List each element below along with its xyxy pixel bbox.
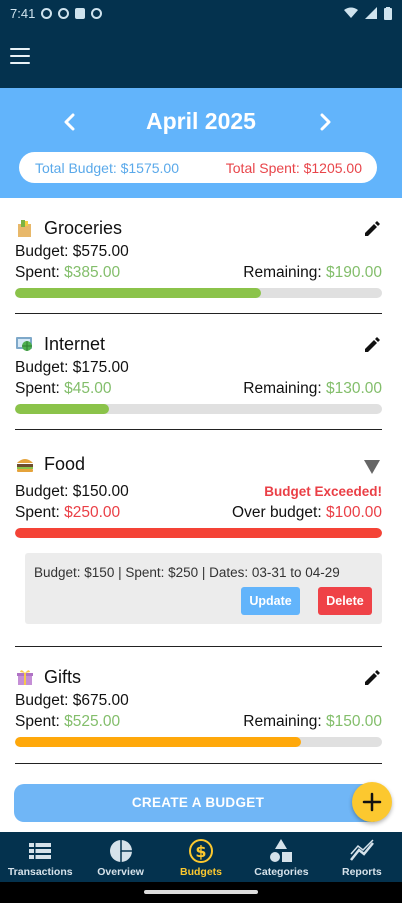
budget-amount: Budget: $575.00 [15, 243, 129, 260]
svg-text:$: $ [195, 842, 206, 861]
bottom-navigation: Transactions Overview $ Budgets Categori… [0, 832, 402, 882]
budget-card-groceries[interactable]: Groceries Budget: $575.00 Spent: $385.00… [15, 213, 382, 298]
divider [15, 763, 382, 764]
burger-icon [17, 459, 33, 472]
nav-overview[interactable]: Overview [80, 832, 160, 882]
progress-fill [15, 288, 261, 298]
menu-icon[interactable] [10, 48, 30, 64]
remaining-label: Remaining: [243, 713, 322, 730]
update-button[interactable]: Update [241, 587, 300, 615]
spent-amount: $385.00 [64, 264, 121, 281]
app-bar [0, 26, 402, 88]
progress-bar [15, 737, 382, 747]
home-indicator[interactable] [144, 890, 258, 894]
nav-label: Categories [254, 866, 309, 878]
month-title: April 2025 [146, 108, 256, 134]
collapse-triangle-icon[interactable] [362, 457, 382, 477]
progress-fill [15, 737, 301, 747]
status-bar: 7:41 [0, 0, 402, 26]
spent-label: Spent: [15, 713, 60, 730]
category-name: Groceries [44, 217, 123, 238]
delete-button[interactable]: Delete [318, 587, 372, 615]
sd-card-icon [75, 7, 86, 19]
battery-icon [384, 6, 392, 20]
over-budget-label: Over budget: [232, 504, 322, 521]
spent-label: Spent: [15, 264, 60, 281]
divider [15, 429, 382, 430]
nav-label: Transactions [7, 866, 73, 878]
next-month-button[interactable] [311, 108, 339, 136]
budget-card-internet[interactable]: Internet Budget: $175.00 Spent: $45.00 R… [15, 329, 382, 414]
status-time: 7:41 [10, 5, 36, 21]
nav-label: Overview [97, 866, 144, 878]
spent-amount: $525.00 [64, 713, 121, 730]
budget-amount: Budget: $675.00 [15, 692, 129, 709]
over-budget-amount: $100.00 [325, 504, 382, 521]
spent-label: Spent: [15, 380, 60, 397]
total-spent: Total Spent: $1205.00 [225, 159, 362, 176]
gift-icon [17, 670, 33, 685]
totals-summary: Total Budget: $1575.00 Total Spent: $120… [19, 152, 377, 183]
globe-computer-icon [16, 337, 32, 351]
nav-label: Reports [341, 866, 382, 878]
total-budget: Total Budget: $1575.00 [35, 159, 180, 176]
nav-reports[interactable]: Reports [322, 832, 402, 882]
budget-card-food[interactable]: Food Budget: $150.00 Budget Exceeded! Sp… [15, 449, 382, 538]
progress-bar [15, 528, 382, 538]
nav-transactions[interactable]: Transactions [0, 832, 80, 882]
shield-icon [58, 7, 70, 19]
list-icon [29, 843, 52, 859]
edit-icon[interactable] [362, 667, 382, 687]
budget-details-text: Budget: $150 | Spent: $250 | Dates: 03-3… [34, 565, 340, 580]
dnd-icon [41, 7, 53, 19]
trend-chart-icon [349, 839, 374, 861]
progress-bar [15, 404, 382, 414]
budget-amount: Budget: $150.00 [15, 483, 129, 500]
plus-icon [362, 792, 382, 812]
category-name: Food [44, 453, 86, 474]
divider [15, 646, 382, 647]
budget-amount: Budget: $175.00 [15, 359, 129, 376]
nav-label: Budgets [180, 866, 223, 878]
wifi-icon [344, 7, 358, 18]
sync-icon [91, 7, 103, 19]
chevron-right-icon [320, 113, 331, 131]
create-budget-button[interactable]: CREATE A BUDGET [14, 784, 382, 822]
category-name: Gifts [44, 666, 82, 687]
progress-bar [15, 288, 382, 298]
remaining-label: Remaining: [243, 380, 322, 397]
divider [15, 313, 382, 314]
month-header: April 2025 Total Budget: $1575.00 Total … [0, 88, 402, 198]
remaining-amount: $130.00 [325, 380, 382, 397]
remaining-amount: $150.00 [325, 713, 382, 730]
nav-categories[interactable]: Categories [241, 832, 321, 882]
add-button[interactable] [352, 782, 392, 822]
spent-amount: $45.00 [64, 380, 112, 397]
progress-fill [15, 528, 382, 538]
edit-icon[interactable] [362, 218, 382, 238]
nav-budgets[interactable]: $ Budgets [161, 832, 241, 882]
signal-icon [365, 7, 377, 19]
remaining-label: Remaining: [243, 264, 322, 281]
edit-icon[interactable] [362, 334, 382, 354]
budget-details-panel: Budget: $150 | Spent: $250 | Dates: 03-3… [25, 553, 382, 624]
remaining-amount: $190.00 [325, 264, 382, 281]
spent-amount: $250.00 [64, 504, 121, 521]
gesture-bar [0, 882, 402, 903]
category-name: Internet [44, 333, 106, 354]
budget-dollar-icon: $ [189, 839, 214, 863]
pie-chart-icon [109, 840, 132, 862]
shapes-icon [270, 839, 293, 862]
progress-fill [15, 404, 110, 414]
budget-card-gifts[interactable]: Gifts Budget: $675.00 Spent: $525.00 Rem… [15, 662, 382, 747]
grocery-bag-icon [18, 220, 31, 237]
budget-exceeded-status: Budget Exceeded! [264, 484, 382, 499]
spent-label: Spent: [15, 504, 60, 521]
